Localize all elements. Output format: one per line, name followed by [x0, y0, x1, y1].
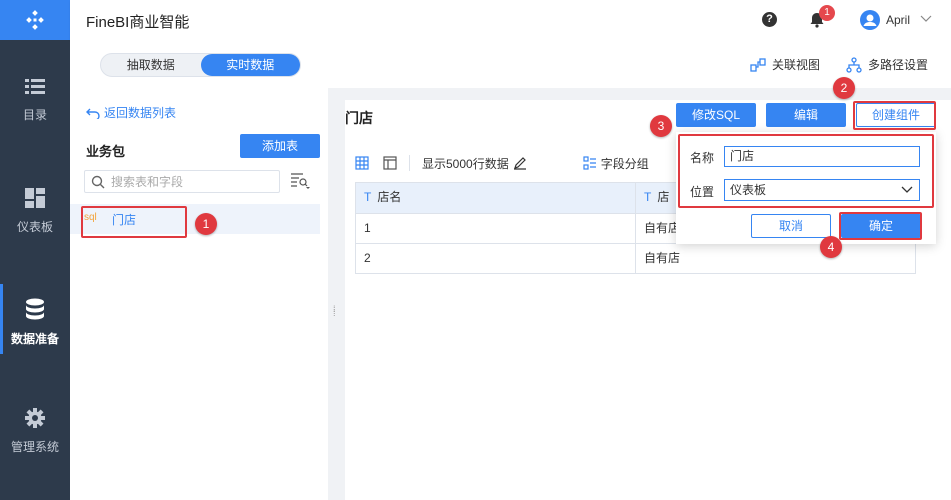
- back-label: 返回数据列表: [104, 106, 177, 120]
- page-title: 门店: [345, 110, 373, 126]
- business-package-panel: 返回数据列表 业务包 添加表 搜索表和字段 sql 门店: [70, 88, 328, 500]
- app-logo-icon[interactable]: [0, 0, 70, 40]
- sidebar-item-label: 管理系统: [10, 440, 59, 454]
- callout-box-table: [81, 206, 187, 238]
- cancel-button[interactable]: 取消: [751, 214, 831, 238]
- multipath-settings-link[interactable]: 多路径设置: [846, 56, 928, 73]
- sidebar-item-label: 仪表板: [16, 220, 53, 234]
- layout-view-icon[interactable]: [383, 156, 397, 170]
- text-type-icon: T: [364, 190, 372, 204]
- package-title: 业务包: [86, 144, 126, 159]
- table-cell: 自有店: [644, 251, 681, 265]
- relation-view-link[interactable]: 关联视图: [750, 56, 820, 73]
- back-to-list-link[interactable]: 返回数据列表: [86, 104, 176, 121]
- grid-view-icon[interactable]: [355, 156, 369, 170]
- tab-realtime-data[interactable]: 实时数据: [200, 54, 300, 76]
- chevron-down-icon[interactable]: [920, 12, 932, 24]
- field-group-button[interactable]: 字段分组: [601, 155, 649, 172]
- help-icon[interactable]: ?: [762, 12, 777, 27]
- callout-box-confirm: [839, 212, 922, 240]
- sub-bar: 抽取数据 实时数据 关联视图 多路径设置: [70, 40, 951, 88]
- avatar[interactable]: [860, 10, 880, 30]
- top-bar: FineBI商业智能 ? 1 April: [70, 0, 951, 40]
- user-icon: [863, 14, 877, 26]
- edit-button[interactable]: 编辑: [766, 103, 846, 127]
- notification-badge: 1: [819, 5, 835, 21]
- callout-box-create: [853, 101, 936, 130]
- user-name[interactable]: April: [886, 13, 910, 27]
- sidebar-item-admin[interactable]: 管理系统: [0, 408, 70, 455]
- field-group-icon: [583, 156, 596, 170]
- relation-view-label: 关联视图: [772, 58, 821, 72]
- add-table-button[interactable]: 添加表: [240, 134, 320, 158]
- sidebar-item-dashboard[interactable]: 仪表板: [0, 188, 70, 235]
- table-cell: 1: [356, 214, 636, 243]
- search-field[interactable]: 搜索表和字段: [84, 170, 280, 193]
- sidebar-item-data-prep[interactable]: 数据准备: [0, 284, 70, 354]
- hierarchy-icon: [846, 56, 862, 73]
- database-icon: [26, 298, 44, 320]
- filter-icon[interactable]: [290, 172, 310, 190]
- text-type-icon: T: [644, 190, 652, 204]
- pencil-icon[interactable]: [513, 156, 527, 170]
- show-rows-label: 显示5000行数据: [422, 156, 509, 171]
- toolbar-divider: [409, 155, 410, 171]
- edit-sql-button[interactable]: 修改SQL: [676, 103, 756, 127]
- callout-number: 4: [820, 236, 842, 258]
- list-icon: [25, 79, 45, 94]
- search-icon: [91, 175, 105, 188]
- relation-icon: [750, 57, 766, 72]
- multipath-label: 多路径设置: [868, 58, 929, 72]
- app-title: FineBI商业智能: [86, 14, 190, 31]
- data-mode-toggle: 抽取数据 实时数据: [100, 53, 301, 77]
- dashboard-icon: [25, 188, 45, 208]
- sidebar-item-label: 目录: [22, 108, 47, 122]
- table-toolbar: 显示5000行数据 字段分组: [355, 152, 649, 174]
- table-cell: 2: [356, 244, 636, 273]
- sidebar: 目录 仪表板 数据准备 管理系统: [0, 0, 70, 500]
- sidebar-item-catalog[interactable]: 目录: [0, 78, 70, 123]
- gear-icon: [25, 408, 45, 428]
- callout-box-form: [678, 134, 934, 208]
- panel-resize-handle[interactable]: ⁞ ⁞: [333, 305, 336, 318]
- sidebar-item-label: 数据准备: [10, 332, 59, 346]
- callout-number: 3: [650, 115, 672, 137]
- tab-extract-data[interactable]: 抽取数据: [101, 54, 201, 76]
- callout-number: 1: [195, 213, 217, 235]
- back-arrow-icon: [86, 108, 100, 119]
- column-header[interactable]: T 店名: [356, 183, 636, 213]
- search-placeholder: 搜索表和字段: [111, 175, 184, 189]
- callout-number: 2: [833, 77, 855, 99]
